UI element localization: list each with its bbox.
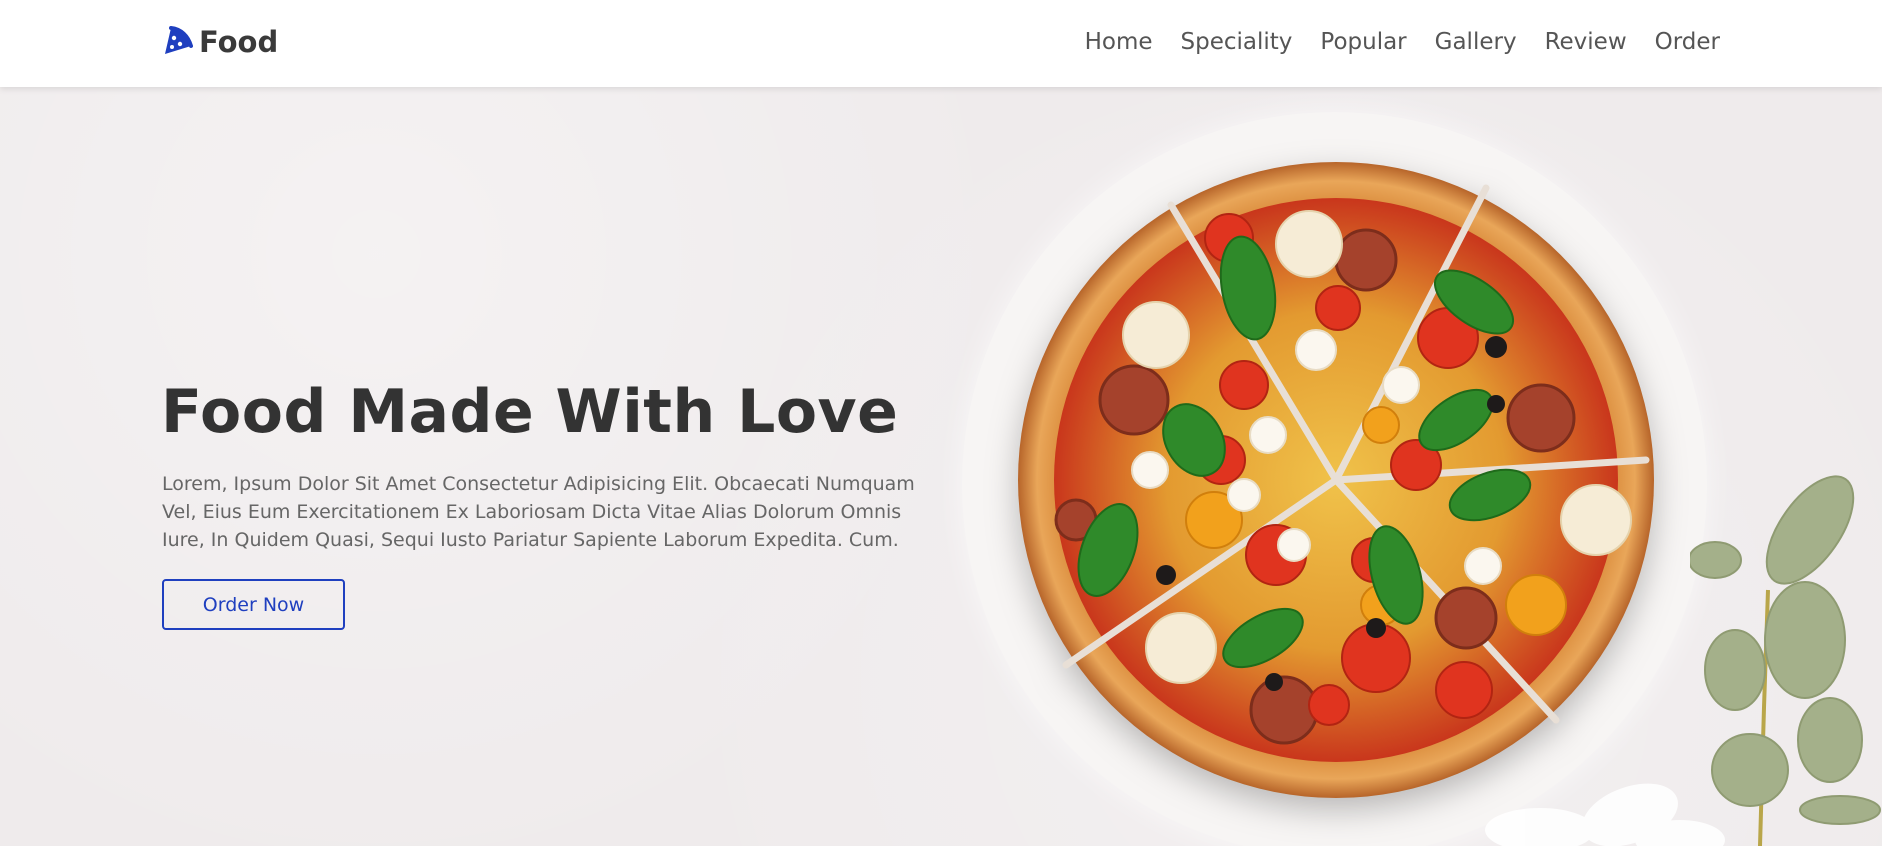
nav-order[interactable]: Order <box>1655 29 1720 55</box>
order-now-button[interactable]: Order Now <box>162 579 345 630</box>
eucalyptus-decoration <box>1688 470 1882 846</box>
pizza-image <box>1016 160 1656 800</box>
hero-description: Lorem, Ipsum Dolor Sit Amet Consectetur … <box>162 473 915 551</box>
nav-home[interactable]: Home <box>1085 29 1153 55</box>
hero-title: Food Made With Love <box>161 377 899 447</box>
nav-review[interactable]: Review <box>1545 29 1627 55</box>
brand-name: Food <box>199 25 279 59</box>
pizza-slice-icon <box>161 24 193 60</box>
nav-popular[interactable]: Popular <box>1320 29 1406 55</box>
main-nav: Home Speciality Popular Gallery Review O… <box>1085 22 1720 62</box>
site-header: Food Home Speciality Popular Gallery Rev… <box>0 0 1882 87</box>
nav-gallery[interactable]: Gallery <box>1435 29 1517 55</box>
nav-speciality[interactable]: Speciality <box>1181 29 1293 55</box>
brand-logo[interactable]: Food <box>161 22 278 62</box>
